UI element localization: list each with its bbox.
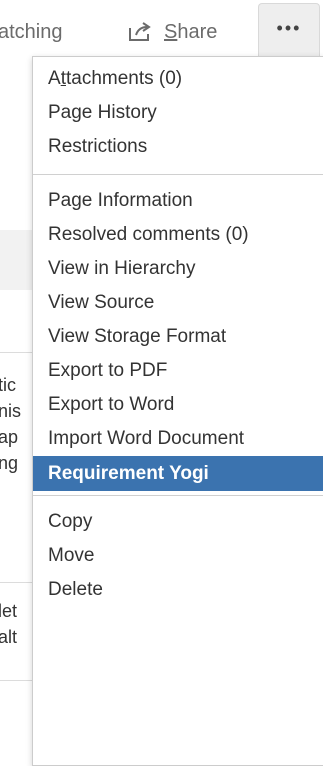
menu-item-view-storage-format[interactable]: View Storage Format <box>33 320 323 354</box>
menu-group-manage: Copy Move Delete <box>33 495 323 614</box>
menu-item-copy[interactable]: Copy <box>33 505 323 539</box>
more-actions-button[interactable]: ••• <box>258 3 320 57</box>
more-actions-dropdown: Attachments (0) Page History Restriction… <box>32 56 323 766</box>
menu-group-page: Attachments (0) Page History Restriction… <box>33 57 323 174</box>
menu-item-resolved-comments[interactable]: Resolved comments (0) <box>33 218 323 252</box>
page-toolbar: atching Share ••• <box>0 0 323 64</box>
menu-item-export-to-pdf[interactable]: Export to PDF <box>33 354 323 388</box>
menu-item-export-to-word[interactable]: Export to Word <box>33 388 323 422</box>
menu-item-label: tachments (0) <box>65 68 183 89</box>
menu-item-delete[interactable]: Delete <box>33 573 323 607</box>
share-icon <box>129 22 151 41</box>
menu-item-page-history[interactable]: Page History <box>33 96 323 130</box>
share-button[interactable]: Share <box>128 19 217 45</box>
share-label-rest: hare <box>177 21 218 43</box>
share-label: Share <box>164 19 217 45</box>
menu-item-view-source[interactable]: View Source <box>33 286 323 320</box>
menu-item-page-information[interactable]: Page Information <box>33 184 323 218</box>
watching-button[interactable]: atching <box>0 19 63 45</box>
share-label-accesskey: S <box>164 21 178 43</box>
menu-item-import-word-document[interactable]: Import Word Document <box>33 422 323 456</box>
menu-item-requirement-yogi[interactable]: Requirement Yogi <box>33 456 323 491</box>
menu-item-label: A <box>48 68 61 89</box>
menu-item-view-in-hierarchy[interactable]: View in Hierarchy <box>33 252 323 286</box>
menu-item-restrictions[interactable]: Restrictions <box>33 130 323 164</box>
menu-group-tools: Page Information Resolved comments (0) V… <box>33 174 323 495</box>
ellipsis-icon: ••• <box>276 18 302 38</box>
watching-label: atching <box>0 21 63 43</box>
menu-item-move[interactable]: Move <box>33 539 323 573</box>
menu-item-attachments[interactable]: Attachments (0) <box>33 62 323 96</box>
